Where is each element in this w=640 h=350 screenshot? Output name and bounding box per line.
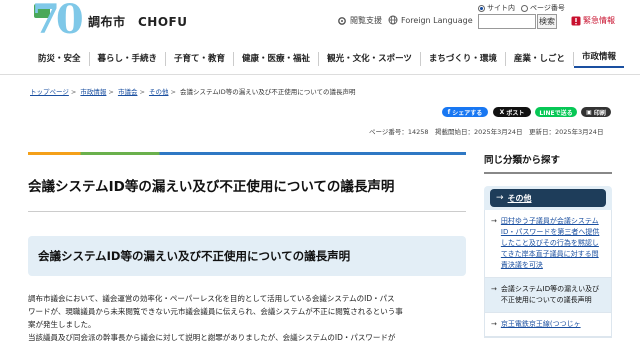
breadcrumb-separator: >: [170, 88, 176, 96]
sidebar: 同じ分類から探す → その他 → 田村ゆう子議員が会議システムID・パスワードを…: [484, 152, 612, 338]
breadcrumb-city-council[interactable]: 市議会: [118, 88, 138, 96]
arrow-right-icon: →: [491, 320, 497, 328]
arrow-right-icon: →: [496, 193, 504, 203]
gnav-health-welfare[interactable]: 健康・医療・福祉: [234, 52, 320, 66]
print-button[interactable]: ▣ 印刷: [581, 107, 611, 117]
breadcrumb-other[interactable]: その他: [149, 88, 169, 96]
sidebar-item-label: 田村ゆう子議員が会議システムID・パスワードを第三者へ提供したこと及びその行為を…: [500, 217, 600, 269]
gnav-disaster-safety[interactable]: 防災・安全: [30, 52, 90, 66]
logo-anniversary-number: 70: [32, 0, 84, 43]
radio-page-number[interactable]: ページ番号: [521, 3, 565, 13]
x-post-label: ポスト: [506, 109, 525, 117]
nav-divider: [0, 74, 640, 75]
breadcrumb-current: 会議システムID等の漏えい及び不正使用についての議長声明: [180, 88, 356, 96]
sidebar-item[interactable]: → 田村ゆう子議員が会議システムID・パスワードを第三者へ提供したこと及びその行…: [485, 210, 611, 278]
sidebar-item-label: 京王電鉄京王線(つつじヶ: [500, 320, 581, 328]
reading-support-link[interactable]: 閲覧支援: [337, 15, 382, 26]
breadcrumb: トップページ > 市政情報 > 市議会 > その他 > 会議システムID等の漏えい及び不…: [30, 86, 356, 96]
breadcrumb-separator: >: [70, 88, 77, 96]
sidebar-heading: 同じ分類から探す: [484, 152, 612, 174]
facebook-share-label: シェアする: [452, 109, 483, 117]
body-line: 案が発生しました。: [28, 320, 96, 329]
sidebar-item-label: 会議システムID等の漏えい及び不正使用についての議長声明: [500, 285, 600, 304]
gnav-living-procedures[interactable]: 暮らし・手続き: [90, 52, 167, 66]
search-button[interactable]: 検索: [537, 14, 557, 29]
sidebar-category: → その他: [484, 186, 612, 210]
breadcrumb-top[interactable]: トップページ: [30, 88, 69, 96]
radio-unchecked-icon: [521, 4, 528, 12]
emergency-info-link[interactable]: 緊急情報: [571, 15, 615, 26]
print-label: 印刷: [593, 109, 606, 117]
sidebar-category-label: その他: [507, 193, 532, 203]
gear-icon: [338, 16, 346, 25]
line-send-label: LINEで送る: [539, 109, 573, 117]
gnav-industry-work[interactable]: 産業・しごと: [506, 52, 574, 66]
section-heading: 会議システムID等の漏えい及び不正使用についての議長声明: [28, 236, 466, 276]
city-logo[interactable]: 70: [32, 0, 84, 43]
facebook-icon: f: [447, 108, 451, 116]
radio-page-label: ページ番号: [530, 4, 565, 12]
body-text: 調布市議会において、議会運営の効率化・ペーパーレス化を目的として活用している会議…: [28, 292, 466, 344]
gnav-tourism-culture[interactable]: 観光・文化・スポーツ: [319, 52, 421, 66]
x-post-button[interactable]: X ポスト: [493, 107, 531, 117]
body-line: 調布市議会において、議会運営の効率化・ペーパーレス化を目的として活用している会議…: [28, 294, 395, 303]
radio-checked-icon: [478, 4, 485, 12]
sidebar-category-link[interactable]: → その他: [490, 189, 606, 207]
gnav-town-environment[interactable]: まちづくり・環境: [421, 52, 506, 66]
page-meta: ページ番号：14258 掲載開始日：2025年3月24日 更新日：2025年3月…: [369, 128, 604, 136]
site-header: 70 調布市 CHOFU サイト内 ページ番号 閲覧支援 Foreign Lan…: [0, 0, 640, 44]
search-mode-radios: サイト内 ページ番号: [478, 3, 565, 13]
sidebar-item[interactable]: → 京王電鉄京王線(つつじヶ: [485, 313, 611, 337]
breadcrumb-separator: >: [139, 88, 145, 96]
body-line: 当該議員及び同会派の幹事長から議会に対して説明と謝罪がありましたが、会議システム…: [28, 333, 396, 342]
foreign-language-link[interactable]: Foreign Language: [388, 15, 473, 25]
arrow-right-icon: →: [491, 285, 497, 293]
globe-icon: [388, 15, 398, 25]
sidebar-item-current[interactable]: → 会議システムID等の漏えい及び不正使用についての議長声明: [485, 278, 611, 313]
warning-icon: [571, 16, 581, 25]
line-send-button[interactable]: LINEで送る: [535, 107, 577, 117]
print-icon: ▣: [586, 108, 592, 116]
radio-site-label: サイト内: [487, 4, 515, 12]
page-title: 会議システムID等の漏えい及び不正使用についての議長声明: [28, 179, 395, 195]
facebook-share-button[interactable]: f シェアする: [442, 107, 488, 117]
global-navigation: 防災・安全 暮らし・手続き 子育て・教育 健康・医療・福祉 観光・文化・スポーツ…: [30, 46, 624, 72]
foreign-language-label: Foreign Language: [401, 15, 473, 25]
title-accent-bar: [28, 152, 466, 155]
main-content: 会議システムID等の漏えい及び不正使用についての議長声明 会議システムID等の漏…: [28, 152, 466, 344]
gnav-city-government[interactable]: 市政情報: [573, 50, 624, 68]
breadcrumb-city-government[interactable]: 市政情報: [80, 88, 106, 96]
city-name[interactable]: 調布市 CHOFU: [88, 13, 188, 30]
sidebar-list: → 田村ゆう子議員が会議システムID・パスワードを第三者へ提供したこと及びその行…: [484, 210, 612, 338]
body-line: ワードが、現職議員から未来閲覧できない元市議会議員に伝えられ、会議システムが不正…: [28, 307, 403, 316]
search-input[interactable]: [478, 14, 536, 29]
reading-support-label: 閲覧支援: [350, 16, 382, 25]
gnav-childcare-education[interactable]: 子育て・教育: [166, 52, 235, 66]
arrow-right-icon: →: [491, 217, 497, 225]
title-divider: [28, 211, 466, 212]
emergency-label: 緊急情報: [583, 16, 615, 25]
radio-site-search[interactable]: サイト内: [478, 3, 515, 13]
x-icon: X: [499, 108, 505, 116]
breadcrumb-separator: >: [108, 88, 114, 96]
